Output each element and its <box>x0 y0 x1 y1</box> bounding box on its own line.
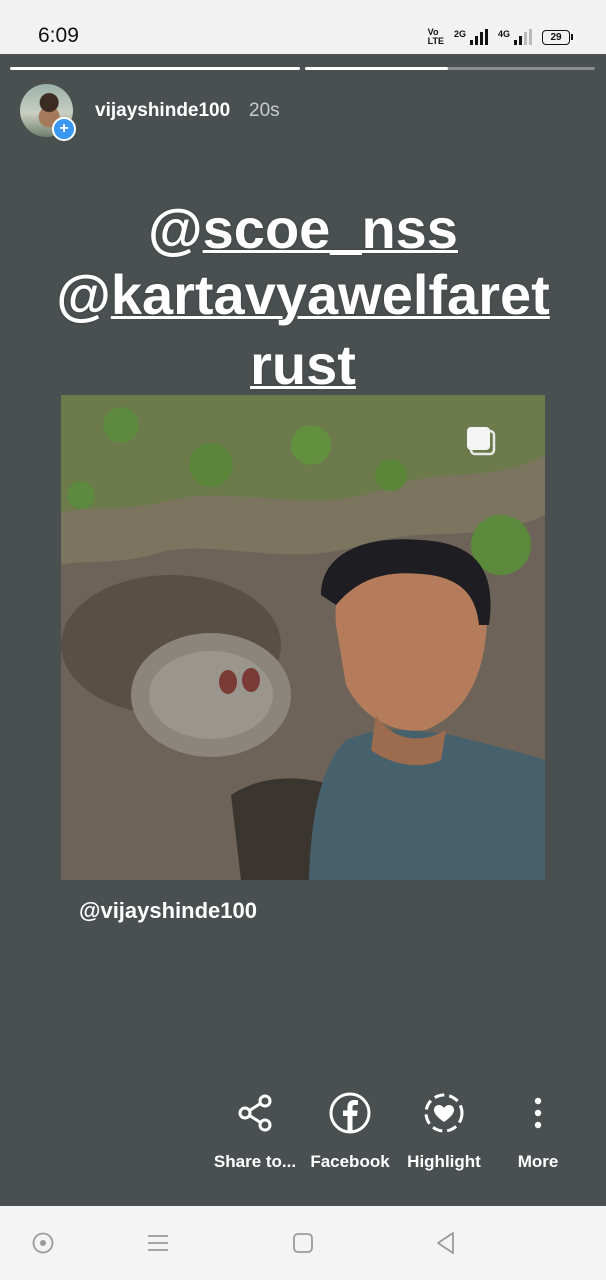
battery-icon: 29 <box>542 29 573 45</box>
highlight-label: Highlight <box>407 1152 481 1171</box>
story-progress-segment <box>305 67 595 70</box>
story-progress-segment <box>10 67 300 70</box>
back-nav-icon[interactable] <box>433 1230 459 1256</box>
mention-sticker[interactable]: @kartavyawelfaret <box>20 264 586 326</box>
menu-nav-icon[interactable] <box>145 1230 171 1256</box>
more-label: More <box>517 1152 559 1171</box>
mention-sticker[interactable]: @scoe_nss <box>20 198 586 260</box>
highlight-heart-icon <box>424 1093 464 1133</box>
system-nav-bar <box>0 1206 606 1280</box>
assistant-nav-icon[interactable] <box>30 1230 56 1256</box>
volte-icon: Vo LTE <box>427 27 444 46</box>
home-nav-icon[interactable] <box>290 1230 316 1256</box>
story-photo <box>61 395 545 880</box>
multiple-photos-icon <box>467 427 496 456</box>
more-dots-icon <box>534 1097 542 1129</box>
facebook-button[interactable]: Facebook <box>302 1091 398 1172</box>
story-username[interactable]: vijayshinde100 <box>95 100 230 122</box>
facebook-label: Facebook <box>310 1152 390 1171</box>
status-icons: Vo LTE 2G 4G 29 <box>427 26 573 48</box>
mention-name: scoe_nss <box>202 197 458 260</box>
mention-sticker-continuation[interactable]: rust <box>20 334 586 396</box>
status-time: 6:09 <box>38 24 79 47</box>
story-timestamp: 20s <box>249 100 280 121</box>
status-bar: 6:09 Vo LTE 2G 4G 29 <box>0 0 606 54</box>
mention-name: rust <box>250 333 356 396</box>
facebook-icon <box>329 1092 371 1134</box>
add-story-icon[interactable]: + <box>52 117 76 141</box>
story-caption-mention[interactable]: @vijayshinde100 <box>79 898 257 924</box>
share-to-button[interactable]: Share to... <box>207 1091 303 1172</box>
share-icon <box>238 1094 272 1132</box>
signal-2g-icon: 2G <box>454 29 488 45</box>
highlight-button[interactable]: Highlight <box>396 1091 492 1172</box>
more-button[interactable]: More <box>490 1091 586 1172</box>
signal-4g-icon: 4G <box>498 29 532 45</box>
mention-name: kartavyawelfaret <box>110 263 550 326</box>
share-to-label: Share to... <box>213 1152 297 1171</box>
story-viewer[interactable]: + vijayshinde100 20s @scoe_nss @kartavya… <box>0 54 606 1206</box>
